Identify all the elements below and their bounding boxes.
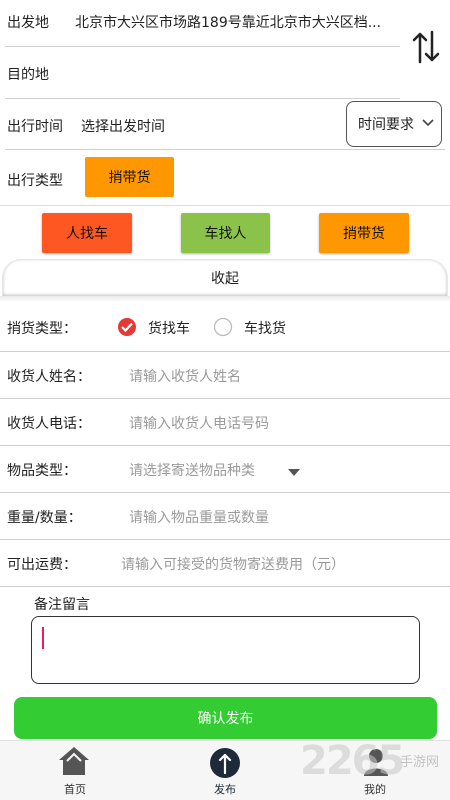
destination-label: 目的地 — [7, 67, 49, 83]
origin-field[interactable]: 北京市大兴区市场路189号靠近北京市大兴区档... — [75, 12, 395, 32]
divider — [0, 445, 450, 446]
radio-car-find-goods-label: 车找货 — [244, 321, 286, 337]
time-requirement-button[interactable]: 时间要求 — [346, 101, 442, 147]
weight-label: 重量/数量： — [7, 510, 82, 526]
fee-input[interactable]: 请输入可接受的货物寄送费用（元） — [121, 554, 345, 574]
destination-field[interactable] — [75, 64, 395, 84]
text-cursor — [42, 627, 44, 649]
collapse-label: 收起 — [211, 271, 239, 287]
watermark-sub: 手游网 — [400, 755, 440, 770]
confirm-publish-label: 确认发布 — [197, 711, 254, 727]
goods-type-label: 捎货类型： — [7, 321, 77, 337]
time-requirement-label: 时间要求 — [358, 117, 414, 133]
radio-checked-icon — [117, 317, 137, 341]
remark-textarea[interactable] — [31, 616, 420, 684]
departure-time-field[interactable]: 选择出发时间 — [81, 116, 165, 136]
divider — [5, 149, 445, 150]
nav-home-label: 首页 — [64, 783, 86, 796]
car-find-person-button[interactable]: 车找人 — [181, 213, 270, 253]
nav-publish[interactable]: 发布 — [150, 741, 300, 800]
radio-goods-find-car-label: 货找车 — [148, 321, 190, 337]
divider — [0, 398, 450, 399]
divider — [0, 205, 450, 206]
trip-type-selected-button[interactable]: 捎带货 — [85, 157, 174, 197]
receiver-name-label: 收货人姓名： — [7, 369, 91, 385]
chevron-down-icon — [421, 116, 435, 132]
divider — [0, 586, 450, 587]
trip-type-label: 出行类型 — [7, 173, 63, 189]
watermark-number: 2265 — [300, 738, 405, 784]
person-find-car-button[interactable]: 人找车 — [42, 213, 132, 253]
confirm-publish-button[interactable]: 确认发布 — [14, 697, 437, 739]
watermark-logo: 2265 手游网 — [300, 738, 450, 788]
time-label: 出行时间 — [7, 119, 63, 135]
shadow-divider — [0, 296, 450, 302]
item-type-label: 物品类型： — [7, 463, 77, 479]
nav-publish-label: 发布 — [214, 783, 236, 796]
item-type-placeholder: 请选择寄送物品种类 — [129, 463, 255, 479]
divider — [0, 492, 450, 493]
swap-icon[interactable] — [410, 28, 442, 66]
origin-label: 出发地 — [7, 15, 49, 31]
receiver-name-input[interactable]: 请输入收货人姓名 — [129, 366, 241, 386]
item-type-select[interactable]: 请选择寄送物品种类 — [129, 456, 309, 482]
publish-icon — [209, 747, 241, 783]
collapse-button[interactable]: 收起 — [3, 260, 447, 296]
receiver-phone-label: 收货人电话： — [7, 416, 91, 432]
home-icon — [57, 745, 91, 781]
divider — [0, 351, 450, 352]
radio-goods-find-car[interactable]: 货找车 — [117, 316, 197, 338]
receiver-phone-input[interactable]: 请输入收货人电话号码 — [129, 413, 269, 433]
radio-car-find-goods[interactable]: 车找货 — [213, 316, 293, 338]
carry-goods-button[interactable]: 捎带货 — [319, 213, 409, 253]
weight-input[interactable]: 请输入物品重量或数量 — [129, 507, 269, 527]
divider — [5, 98, 400, 99]
radio-unchecked-icon — [213, 317, 233, 341]
divider — [5, 46, 400, 47]
divider — [0, 539, 450, 540]
remark-label: 备注留言 — [34, 597, 90, 613]
nav-home[interactable]: 首页 — [0, 741, 150, 800]
fee-label: 可出运费： — [7, 557, 77, 573]
dropdown-arrow-icon — [288, 465, 300, 481]
